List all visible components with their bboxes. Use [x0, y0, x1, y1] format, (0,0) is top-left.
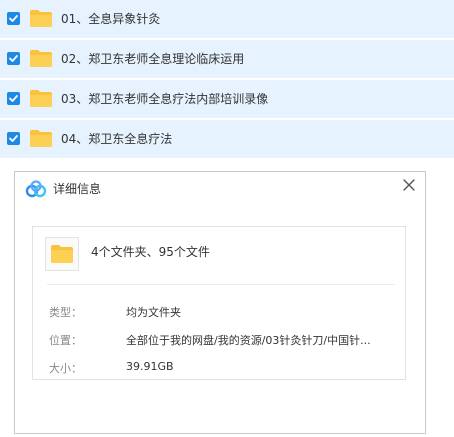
location-value[interactable]: 全部位于我的网盘/我的资源/03针灸针刀/中国针...	[126, 332, 371, 348]
file-row[interactable]: 04、郑卫东全息疗法	[0, 120, 454, 158]
file-name[interactable]: 04、郑卫东全息疗法	[61, 120, 172, 158]
checkbox-checked-icon[interactable]	[7, 132, 20, 145]
close-icon[interactable]	[402, 177, 416, 191]
checkbox-checked-icon[interactable]	[7, 12, 20, 25]
type-label: 类型：	[49, 306, 82, 319]
file-row[interactable]: 03、郑卫东老师全息疗法内部培训录像	[0, 80, 454, 118]
folder-thumbnail	[45, 237, 79, 271]
file-name[interactable]: 01、全息异象针灸	[61, 0, 160, 38]
file-row[interactable]: 01、全息异象针灸	[0, 0, 454, 38]
file-row[interactable]: 02、郑卫东老师全息理论临床运用	[0, 40, 454, 78]
details-dialog: 详细信息 4个文件夹、95个文件 类型： 均为文件夹 位置： 全部位于我的网盘/…	[14, 171, 426, 434]
location-label: 位置：	[49, 334, 82, 347]
summary-text: 4个文件夹、95个文件	[91, 245, 210, 259]
checkbox-checked-icon[interactable]	[7, 52, 20, 65]
folder-icon	[30, 50, 52, 67]
dialog-header: 详细信息	[15, 172, 425, 208]
file-name[interactable]: 02、郑卫东老师全息理论临床运用	[61, 40, 244, 78]
size-label: 大小：	[49, 362, 82, 375]
checkbox-checked-icon[interactable]	[7, 92, 20, 105]
size-value: 39.91GB	[126, 360, 174, 373]
folder-icon	[51, 245, 73, 267]
folder-icon	[30, 90, 52, 107]
type-value: 均为文件夹	[126, 306, 181, 319]
folder-icon	[30, 130, 52, 147]
info-panel: 4个文件夹、95个文件 类型： 均为文件夹 位置： 全部位于我的网盘/我的资源/…	[32, 226, 406, 380]
file-name[interactable]: 03、郑卫东老师全息疗法内部培训录像	[61, 80, 268, 118]
baidu-netdisk-logo-icon	[25, 180, 47, 198]
divider	[47, 284, 395, 285]
folder-icon	[30, 10, 52, 27]
dialog-title: 详细信息	[53, 182, 102, 196]
file-list: 01、全息异象针灸 02、郑卫东老师全息理论临床运用 03、郑卫东老师全息疗法内…	[0, 0, 454, 160]
